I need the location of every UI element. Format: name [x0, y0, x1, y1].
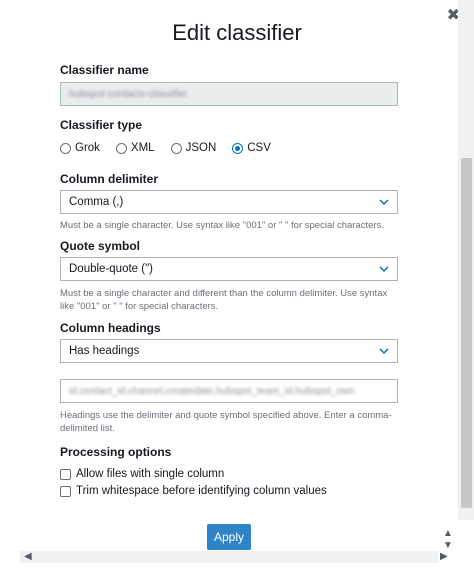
radio-grok-label: Grok — [75, 142, 100, 154]
radio-xml-label: XML — [130, 142, 155, 154]
radio-xml-indicator[interactable] — [115, 142, 127, 154]
chevron-down-icon — [379, 266, 389, 273]
column-delimiter-select[interactable]: Comma (,) — [60, 190, 398, 214]
quote-symbol-select[interactable]: Double-quote (") — [60, 257, 398, 281]
dialog-title: Edit classifier — [172, 20, 302, 45]
radio-json-label: JSON — [185, 142, 217, 154]
radio-json-indicator[interactable] — [170, 142, 182, 154]
radio-csv[interactable]: CSV — [232, 142, 271, 154]
classifier-type-radio-group: Grok XML JSON CSV — [60, 142, 271, 154]
column-headings-label: Column headings — [60, 321, 161, 335]
radio-json[interactable]: JSON — [170, 142, 217, 154]
column-delimiter-value: Comma (,) — [69, 196, 124, 208]
allow-single-column-label: Allow files with single column — [76, 468, 225, 480]
classifier-name-field: hubspot-contacts-classifier — [60, 82, 398, 106]
chevron-down-icon — [379, 348, 389, 355]
apply-button[interactable]: Apply — [207, 524, 251, 550]
radio-csv-label: CSV — [247, 142, 271, 154]
quote-symbol-help: Must be a single character and different… — [60, 288, 388, 312]
column-delimiter-help: Must be a single character. Use syntax l… — [60, 220, 384, 231]
radio-xml[interactable]: XML — [115, 142, 155, 154]
classifier-type-label: Classifier type — [60, 118, 143, 132]
column-headings-input[interactable]: id,contact_id,channel,createdate,hubspot… — [60, 379, 398, 403]
radio-grok-indicator[interactable] — [60, 142, 71, 154]
chevron-down-icon — [379, 199, 389, 206]
vertical-scrollbar[interactable] — [458, 0, 474, 520]
classifier-name-label: Classifier name — [60, 63, 149, 77]
classifier-name-value: hubspot-contacts-classifier — [69, 88, 188, 100]
column-headings-input-value: id,contact_id,channel,createdate,hubspot… — [69, 385, 355, 397]
column-delimiter-label: Column delimiter — [60, 172, 159, 186]
column-headings-help: Headings use the delimiter and quote sym… — [60, 410, 392, 434]
scroll-right-arrow-icon[interactable]: ▶ — [440, 551, 448, 562]
quote-symbol-label: Quote symbol — [60, 239, 141, 253]
radio-grok[interactable]: Grok — [60, 142, 100, 154]
scroll-up-arrow-icon[interactable]: ▲ — [443, 528, 453, 539]
scroll-down-arrow-icon[interactable]: ▼ — [443, 540, 453, 551]
allow-single-column-checkbox[interactable]: Allow files with single column — [60, 468, 224, 480]
trim-whitespace-checkbox[interactable]: Trim whitespace before identifying colum… — [60, 485, 327, 497]
column-headings-select[interactable]: Has headings — [60, 339, 398, 363]
vertical-scrollbar-thumb[interactable] — [461, 158, 472, 508]
trim-whitespace-box[interactable] — [60, 485, 71, 497]
processing-options-label: Processing options — [60, 445, 172, 459]
allow-single-column-box[interactable] — [60, 468, 71, 480]
trim-whitespace-label: Trim whitespace before identifying colum… — [76, 485, 327, 497]
quote-symbol-value: Double-quote (") — [69, 263, 153, 275]
column-headings-value: Has headings — [69, 345, 140, 357]
radio-csv-indicator[interactable] — [232, 142, 244, 154]
scroll-left-arrow-icon[interactable]: ◀ — [24, 551, 32, 562]
horizontal-scrollbar[interactable] — [20, 551, 438, 563]
